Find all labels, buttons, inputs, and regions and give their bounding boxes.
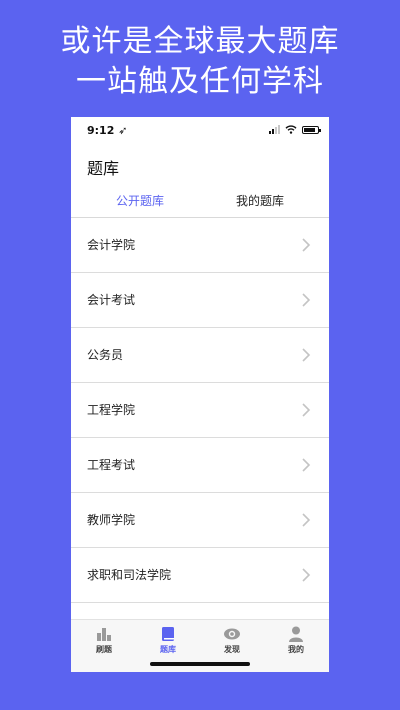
signal-icon	[269, 125, 280, 134]
chevron-right-icon	[302, 403, 311, 417]
tab-my-bank[interactable]: 我的题库	[205, 192, 315, 209]
chevron-right-icon	[302, 568, 311, 582]
list-item-label: 教师学院	[87, 513, 136, 527]
tabbar-label: 刷题	[96, 645, 112, 654]
bottom-tab-bar: 刷题 题库 发现 我的	[71, 619, 329, 672]
bar-chart-icon	[97, 628, 111, 641]
phone-screen: 9:12 ➶ 题库 公开题库 我的题库 会计学院 会计考试 公务员 工程学院 工…	[71, 117, 329, 672]
list-item-accounting-school[interactable]: 会计学院	[71, 218, 329, 273]
status-bar: 9:12 ➶	[71, 117, 329, 143]
eye-icon	[224, 628, 240, 640]
list-item-label: 工程考试	[87, 458, 136, 472]
status-icons	[269, 125, 321, 134]
chevron-right-icon	[302, 513, 311, 527]
list-item-label: 工程学院	[87, 403, 136, 417]
page-title: 题库	[87, 159, 120, 178]
promo-headline: 或许是全球最大题库 一站触及任何学科	[0, 22, 400, 102]
list-item-label: 会计考试	[87, 293, 136, 307]
list-item-engineering-exam[interactable]: 工程考试	[71, 438, 329, 493]
tabbar-label: 题库	[160, 645, 176, 654]
list-item-teacher-school[interactable]: 教师学院	[71, 493, 329, 548]
list-item-label: 会计学院	[87, 238, 136, 252]
chevron-right-icon	[302, 293, 311, 307]
tabbar-label: 发现	[224, 645, 240, 654]
book-icon	[162, 627, 174, 641]
tabbar-item-discover[interactable]: 发现	[207, 626, 257, 655]
headline-line-1: 或许是全球最大题库	[60, 24, 340, 59]
tabbar-item-question-bank[interactable]: 题库	[143, 626, 193, 655]
headline-line-2: 一站触及任何学科	[76, 64, 324, 99]
battery-icon	[302, 125, 321, 134]
tab-public-bank[interactable]: 公开题库	[85, 192, 195, 209]
list-item-career-law-school[interactable]: 求职和司法学院	[71, 548, 329, 603]
tabbar-item-practice[interactable]: 刷题	[79, 626, 129, 655]
tabbar-label: 我的	[288, 645, 304, 654]
person-icon	[289, 626, 303, 642]
status-time: 9:12 ➶	[87, 124, 128, 137]
segment-tabs: 公开题库 我的题库	[71, 187, 329, 217]
list-item-accounting-exam[interactable]: 会计考试	[71, 273, 329, 328]
tabbar-item-me[interactable]: 我的	[271, 626, 321, 655]
chevron-right-icon	[302, 238, 311, 252]
home-indicator	[150, 662, 250, 666]
list-item-label: 公务员	[87, 348, 124, 362]
wifi-icon	[285, 125, 297, 134]
list-item-label: 求职和司法学院	[87, 568, 172, 582]
chevron-right-icon	[302, 348, 311, 362]
list-item-civil-servant[interactable]: 公务员	[71, 328, 329, 383]
category-list: 会计学院 会计考试 公务员 工程学院 工程考试 教师学院 求职和司法学院	[71, 218, 329, 603]
list-item-engineering-school[interactable]: 工程学院	[71, 383, 329, 438]
chevron-right-icon	[302, 458, 311, 472]
